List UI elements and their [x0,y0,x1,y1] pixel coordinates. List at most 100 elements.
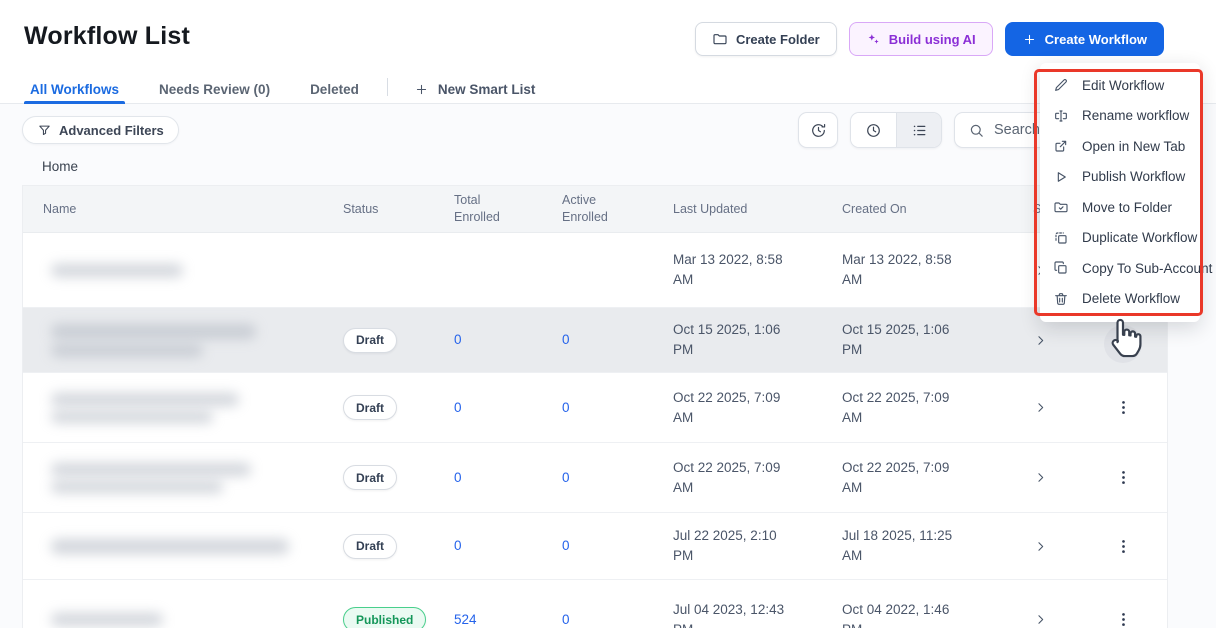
table-row[interactable]: Mar 13 2022, 8:58 AM Mar 13 2022, 8:58 AM [23,233,1167,307]
kebab-menu-button[interactable] [1108,325,1139,356]
advanced-filters-button[interactable]: Advanced Filters [22,116,179,144]
table-row[interactable]: Draft 0 0 Oct 22 2025, 7:09 AM Oct 22 2025, … [23,442,1167,512]
recent-view-button[interactable] [851,113,896,147]
header-last-updated: Last Updated [673,202,748,216]
stats-cell [1017,470,1079,485]
breadcrumb[interactable]: Home [42,159,78,174]
expand-row-button[interactable] [1033,470,1048,485]
status-badge: Draft [343,395,398,420]
kebab-menu-button[interactable] [1108,392,1139,423]
table-header: Name Status Total Enrolled Active Enroll… [23,186,1167,233]
list-view-button[interactable] [896,113,941,147]
last-updated-value: Jul 22 2025, 2:10 PM [673,528,777,563]
header-actions: Create Folder Build using AI Create Work… [694,22,1164,56]
workflow-name-blurred [23,462,343,493]
created-on-value-cell: Mar 13 2022, 8:58 AM [842,250,1017,289]
menu-item-delete-workflow[interactable]: Delete Workflow [1040,284,1200,315]
pencil-icon [1053,77,1069,93]
status-badge: Published [343,607,427,628]
created-on-value: Oct 22 2025, 7:09 AM [842,389,950,425]
status-cell: Published [343,607,454,628]
header-name: Name [43,202,77,216]
clock-icon [865,122,882,139]
active-enrolled-link[interactable]: 0 [562,470,570,485]
total-enrolled-link[interactable]: 0 [454,538,462,553]
sparkles-icon [866,32,881,47]
expand-row-button[interactable] [1033,612,1048,627]
active-enrolled-link-cell: 0 [562,611,673,628]
workflow-name-blurred [23,538,343,554]
menu-item-open-in-new-tab[interactable]: Open in New Tab [1040,131,1200,162]
menu-item-label: Move to Folder [1082,199,1173,215]
total-enrolled-link[interactable]: 0 [454,400,462,415]
external-link-icon [1053,138,1069,154]
menu-item-label: Duplicate Workflow [1082,230,1198,246]
new-smart-list-button[interactable]: New Smart List [414,75,535,103]
created-on-value-cell: Jul 18 2025, 11:25 AM [842,526,1017,565]
rename-icon [1053,108,1069,124]
stats-cell [1017,333,1079,348]
header-status: Status [343,202,379,216]
plus-icon [414,82,429,97]
tab-all-workflows[interactable]: All Workflows [23,75,126,104]
table-row[interactable]: Draft 0 0 Oct 22 2025, 7:09 AM Oct 22 2025, … [23,372,1167,442]
create-folder-button[interactable]: Create Folder [694,22,837,56]
active-enrolled-link-cell: 0 [562,469,673,487]
page-title: Workflow List [24,22,191,50]
row-actions-cell [1079,392,1167,423]
tab-bar: All Workflows Needs Review (0) Deleted N… [0,75,1216,104]
stats-cell [1017,400,1079,415]
last-updated-value-cell: Oct 22 2025, 7:09 AM [673,458,842,497]
menu-item-duplicate-workflow[interactable]: Duplicate Workflow [1040,223,1200,254]
menu-item-rename-workflow[interactable]: Rename workflow [1040,101,1200,132]
status-cell: Draft [343,395,454,420]
menu-item-publish-workflow[interactable]: Publish Workflow [1040,162,1200,193]
menu-item-label: Rename workflow [1082,108,1190,124]
table-row[interactable]: Draft 0 0 Jul 22 2025, 2:10 PM Jul 18 2025, … [23,512,1167,579]
created-on-value: Mar 13 2022, 8:58 AM [842,252,952,287]
total-enrolled-link[interactable]: 524 [454,612,477,627]
build-using-ai-label: Build using AI [888,31,976,47]
create-workflow-button[interactable]: Create Workflow [1004,22,1164,56]
page-header: Workflow List Create Folder Build using … [0,0,1216,75]
menu-item-edit-workflow[interactable]: Edit Workflow [1040,70,1200,101]
expand-row-button[interactable] [1033,539,1048,554]
last-updated-value-cell: Jul 04 2023, 12:43 PM [673,600,842,628]
menu-item-move-to-folder[interactable]: Move to Folder [1040,192,1200,223]
status-badge: Draft [343,533,398,559]
total-enrolled-link-cell: 0 [454,469,562,487]
plus-icon [1022,32,1037,47]
history-button[interactable] [798,112,838,148]
total-enrolled-link-cell: 0 [454,537,562,555]
trash-icon [1053,291,1069,307]
table-row[interactable]: Draft 0 0 Oct 15 2025, 1:06 PM Oct 15 2025, … [23,307,1167,372]
table-row[interactable]: Published 524 0 Jul 04 2023, 12:43 PM Oct 04… [23,579,1167,628]
menu-item-copy-to-sub-account[interactable]: Copy To Sub-Account [1040,253,1212,284]
kebab-menu-button[interactable] [1108,604,1139,628]
create-workflow-label: Create Workflow [1044,31,1147,47]
tab-needs-review[interactable]: Needs Review (0) [159,75,270,103]
expand-row-button[interactable] [1033,333,1048,348]
menu-item-label: Copy To Sub-Account [1082,260,1213,276]
workflow-context-menu: Edit Workflow Rename workflow Open in New … [1040,63,1212,322]
created-on-value-cell: Oct 22 2025, 7:09 AM [842,458,1017,497]
last-updated-value-cell: Oct 15 2025, 1:06 PM [673,320,842,359]
active-enrolled-link[interactable]: 0 [562,332,570,347]
kebab-menu-button[interactable] [1108,462,1139,493]
total-enrolled-link[interactable]: 0 [454,332,462,347]
active-enrolled-link[interactable]: 0 [562,400,570,415]
active-enrolled-link[interactable]: 0 [562,538,570,553]
row-actions-cell [1079,324,1167,363]
kebab-menu-button[interactable] [1108,531,1139,562]
menu-item-label: Delete Workflow [1082,291,1181,307]
total-enrolled-link[interactable]: 0 [454,470,462,485]
tab-deleted[interactable]: Deleted [310,75,359,103]
filter-icon [37,123,52,138]
last-updated-value-cell: Oct 22 2025, 7:09 AM [673,388,842,427]
last-updated-value: Oct 15 2025, 1:06 PM [673,322,781,357]
active-enrolled-link[interactable]: 0 [562,612,570,627]
build-using-ai-button[interactable]: Build using AI [848,22,993,56]
created-on-value-cell: Oct 22 2025, 7:09 AM [842,388,1017,427]
menu-item-label: Publish Workflow [1082,169,1186,185]
expand-row-button[interactable] [1033,400,1048,415]
